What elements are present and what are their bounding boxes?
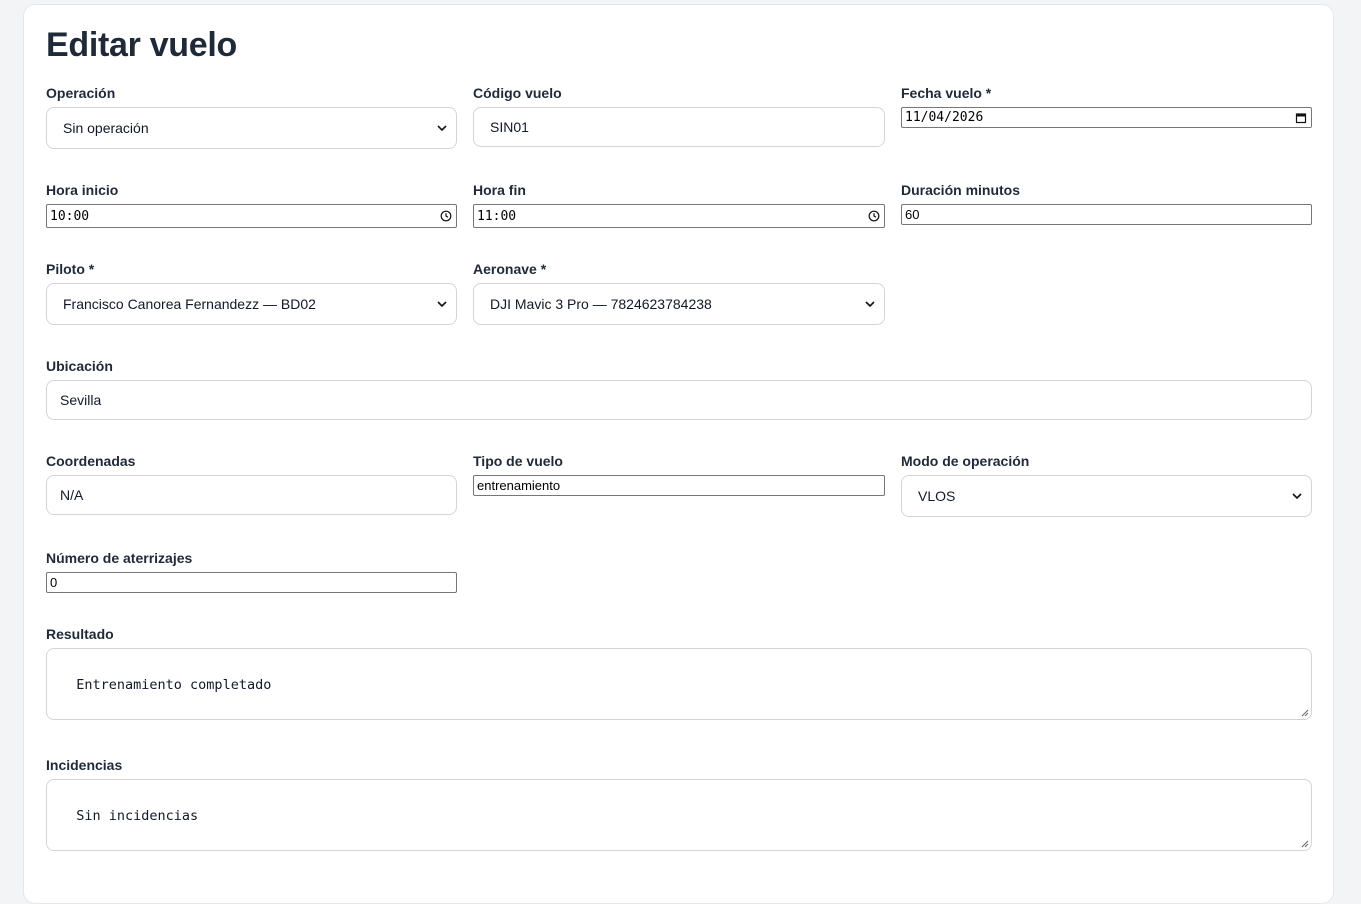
incidencias-textarea[interactable]: Sin incidencias <box>46 779 1312 851</box>
piloto-label: Piloto * <box>46 261 95 277</box>
coordenadas-input[interactable]: N/A <box>46 475 457 515</box>
operacion-value: Sin operación <box>63 120 149 136</box>
coordenadas-label: Coordenadas <box>46 453 136 469</box>
coordenadas-value: N/A <box>60 487 84 503</box>
resultado-value: Entrenamiento completado <box>76 677 272 693</box>
hora-fin-input[interactable]: 11:00 <box>473 204 885 228</box>
modo-operacion-select[interactable]: VLOS <box>901 475 1312 517</box>
modo-operacion-label: Modo de operación <box>901 453 1030 469</box>
codigo-vuelo-label: Código vuelo <box>473 85 562 101</box>
clock-icon[interactable] <box>440 210 452 222</box>
hora-fin-label: Hora fin <box>473 182 526 198</box>
resultado-label: Resultado <box>46 626 114 642</box>
fecha-vuelo-input[interactable]: 11/04/2026 <box>901 107 1312 128</box>
clock-icon[interactable] <box>868 210 880 222</box>
codigo-vuelo-value: SIN01 <box>490 119 529 135</box>
aeronave-select[interactable]: DJI Mavic 3 Pro — 7824623784238 <box>473 283 885 325</box>
ubicacion-input[interactable]: Sevilla <box>46 380 1312 420</box>
hora-inicio-value: 10:00 <box>50 208 90 224</box>
ubicacion-label: Ubicación <box>46 358 113 374</box>
numero-aterrizajes-input[interactable]: 0 <box>46 572 457 593</box>
hora-fin-value: 11:00 <box>477 208 517 224</box>
codigo-vuelo-input[interactable]: SIN01 <box>473 107 885 147</box>
hora-inicio-label: Hora inicio <box>46 182 119 198</box>
fecha-vuelo-label: Fecha vuelo * <box>901 85 992 101</box>
fecha-vuelo-value: 11/04/2026 <box>905 110 984 125</box>
numero-aterrizajes-label: Número de aterrizajes <box>46 550 193 566</box>
incidencias-value: Sin incidencias <box>76 808 199 824</box>
resize-grip-icon[interactable] <box>1300 839 1309 848</box>
chevron-down-icon <box>865 301 875 308</box>
piloto-select[interactable]: Francisco Canorea Fernandezz — BD02 <box>46 283 457 325</box>
piloto-value: Francisco Canorea Fernandezz — BD02 <box>63 296 316 312</box>
duracion-minutos-input[interactable]: 60 <box>901 204 1312 225</box>
chevron-down-icon <box>437 301 447 308</box>
resize-grip-icon[interactable] <box>1300 708 1309 717</box>
tipo-vuelo-input[interactable]: entrenamiento <box>473 475 885 496</box>
tipo-vuelo-label: Tipo de vuelo <box>473 453 563 469</box>
modo-operacion-value: VLOS <box>918 488 956 504</box>
hora-inicio-input[interactable]: 10:00 <box>46 204 457 228</box>
resultado-textarea[interactable]: Entrenamiento completado <box>46 648 1312 720</box>
chevron-down-icon <box>1292 493 1302 500</box>
aeronave-label: Aeronave * <box>473 261 547 277</box>
ubicacion-value: Sevilla <box>60 392 102 408</box>
operacion-label: Operación <box>46 85 116 101</box>
page-title: Editar vuelo <box>46 26 238 64</box>
aeronave-value: DJI Mavic 3 Pro — 7824623784238 <box>490 296 712 312</box>
numero-aterrizajes-value: 0 <box>50 575 58 590</box>
operacion-select[interactable]: Sin operación <box>46 107 457 149</box>
incidencias-label: Incidencias <box>46 757 123 773</box>
calendar-icon[interactable] <box>1295 112 1307 124</box>
duracion-minutos-label: Duración minutos <box>901 182 1021 198</box>
chevron-down-icon <box>437 125 447 132</box>
duracion-minutos-value: 60 <box>905 207 920 222</box>
tipo-vuelo-value: entrenamiento <box>477 478 561 493</box>
